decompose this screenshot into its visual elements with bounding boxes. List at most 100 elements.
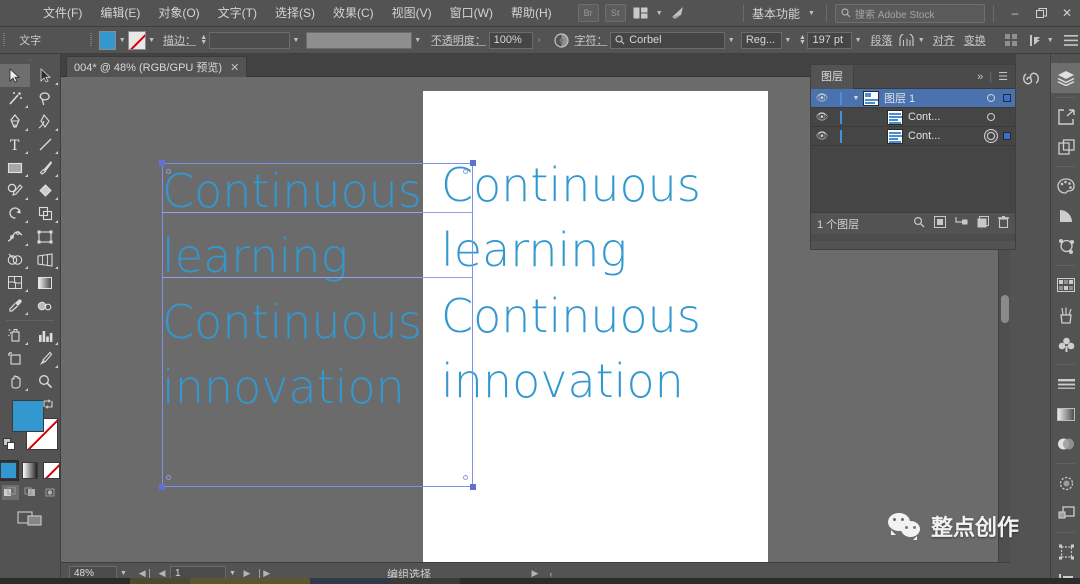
object-name[interactable]: Cont... [908,130,983,142]
stroke-profile-chevron-down-icon[interactable]: ▼ [412,31,424,49]
text-frame-port-out[interactable] [463,475,468,480]
none-mode-button[interactable] [43,462,61,479]
make-clipping-mask-icon[interactable] [934,216,946,231]
font-style-chevron-down-icon[interactable]: ▼ [782,31,794,49]
graphic-styles-panel-icon[interactable] [1051,498,1080,528]
gradient-mode-button[interactable] [21,462,39,479]
document-tab[interactable]: 004* @ 48% (RGB/GPU 预览) ✕ [66,56,248,77]
paintbrush-tool[interactable] [30,156,60,179]
magic-wand-tool[interactable] [0,87,30,110]
layers-list[interactable]: 👁 ▼ 图层 1 👁 Cont... 👁 Cont... [811,89,1015,212]
artboard-text-object[interactable]: Continuous learning Continuous innovatio… [441,153,761,414]
lock-toggle[interactable] [833,110,849,124]
text-anchor-point-top[interactable] [166,169,171,174]
scale-tool[interactable] [30,202,60,225]
menu-view[interactable]: 视图(V) [383,0,441,27]
artboard-tool[interactable] [0,347,30,370]
text-wrap-chevron-down-icon[interactable]: ▼ [915,31,927,49]
chevron-down-icon[interactable]: ▼ [849,95,863,102]
free-transform-tool[interactable] [30,225,60,248]
swap-fill-stroke-icon[interactable] [42,398,54,413]
window-close-button[interactable]: ✕ [1054,0,1080,27]
blend-tool[interactable] [30,294,60,317]
fill-chevron-down-icon[interactable]: ▼ [116,31,128,49]
delete-selection-icon[interactable] [998,216,1009,231]
symbols-panel-icon[interactable] [1051,330,1080,360]
workspace-switcher[interactable]: 基本功能 [752,5,805,22]
stroke-panel-icon[interactable] [1051,369,1080,399]
gradient-panel-icon[interactable] [1051,399,1080,429]
font-family-chevron-down-icon[interactable]: ▼ [725,31,737,49]
panel-resize-grip[interactable]: ∙∙∙∙ [811,234,1015,241]
tab-layers[interactable]: 图层 [811,64,854,89]
eyedropper-tool[interactable] [0,294,30,317]
stroke-chevron-down-icon[interactable]: ▼ [146,31,158,49]
font-size-field[interactable]: 197 pt [807,31,853,49]
canvas-scrollbar-thumb[interactable] [1001,295,1009,323]
text-frame-port-in[interactable] [463,169,468,174]
menu-type[interactable]: 文字(T) [209,0,266,27]
character-label[interactable]: 字符： [574,32,607,48]
selection-indicator[interactable] [999,132,1015,140]
stock-button[interactable]: St [604,4,626,22]
menu-object[interactable]: 对象(O) [149,0,208,27]
recolor-artwork-icon[interactable] [553,30,571,50]
menu-select[interactable]: 选择(S) [266,0,324,27]
selection-handle-tl[interactable] [159,160,165,166]
column-graph-tool[interactable] [30,324,60,347]
zoom-tool[interactable] [30,370,60,393]
selection-handle-bl[interactable] [159,484,165,490]
selection-handle-br[interactable] [470,484,476,490]
rectangle-tool[interactable] [0,156,30,179]
font-size-stepper[interactable]: ▲ ▼ [797,34,807,46]
symbol-sprayer-tool[interactable] [0,324,30,347]
color-mode-button[interactable] [0,460,19,481]
line-segment-tool[interactable] [30,133,60,156]
stock-search-input[interactable]: 搜索 Adobe Stock [835,3,985,23]
fill-color-swatch[interactable] [98,30,117,50]
sync-settings-icon[interactable] [666,3,690,23]
select-similar-icon[interactable] [1026,30,1044,50]
collapse-panel-icon[interactable]: » [977,71,983,83]
shape-builder-tool[interactable] [0,248,30,271]
layers-panel-icon[interactable] [1051,63,1080,93]
arrange-documents-icon[interactable] [629,3,653,23]
hand-tool[interactable] [0,370,30,393]
draw-behind-mode-button[interactable] [22,485,39,500]
menu-file[interactable]: 文件(F) [34,0,91,27]
lock-toggle[interactable] [833,129,849,143]
font-size-chevron-down-icon[interactable]: ▼ [852,31,864,49]
width-tool[interactable] [0,225,30,248]
layer-row[interactable]: 👁 Cont... [811,127,1015,146]
menu-window[interactable]: 窗口(W) [441,0,502,27]
eraser-tool[interactable] [30,179,60,202]
swatches-panel-icon[interactable] [1051,270,1080,300]
workspace-chevron-down-icon[interactable]: ▼ [805,4,818,22]
type-tool[interactable]: T [0,133,30,156]
stroke-weight-stepper[interactable]: ▲ ▼ [199,34,209,46]
create-new-layer-icon[interactable] [977,216,989,231]
selection-tool[interactable] [0,64,30,87]
draw-inside-mode-button[interactable] [42,485,59,500]
opacity-field[interactable]: 100% [488,31,534,49]
visibility-toggle-icon[interactable]: 👁 [811,93,833,104]
lock-toggle[interactable] [833,91,849,105]
change-screen-mode-button[interactable] [0,509,60,527]
target-indicator[interactable] [983,94,999,102]
visibility-toggle-icon[interactable]: 👁 [811,112,833,123]
close-icon[interactable]: ✕ [230,61,239,74]
create-new-sublayer-icon[interactable] [955,216,968,231]
slice-tool[interactable] [30,347,60,370]
font-family-field[interactable]: Corbel [610,31,726,49]
arrange-chevron-down-icon[interactable]: ▼ [653,4,666,22]
rotate-tool[interactable] [0,202,30,225]
target-indicator[interactable] [983,113,999,121]
menu-effect[interactable]: 效果(C) [324,0,383,27]
visibility-toggle-icon[interactable]: 👁 [811,131,833,142]
artboards-panel-icon[interactable] [1051,132,1080,162]
stroke-weight-chevron-down-icon[interactable]: ▼ [290,31,302,49]
menu-edit[interactable]: 编辑(E) [91,0,149,27]
locate-object-icon[interactable] [913,216,925,231]
tools-panel-grip[interactable]: ∙∙ [0,54,60,64]
transform-panel-icon[interactable] [1051,537,1080,567]
